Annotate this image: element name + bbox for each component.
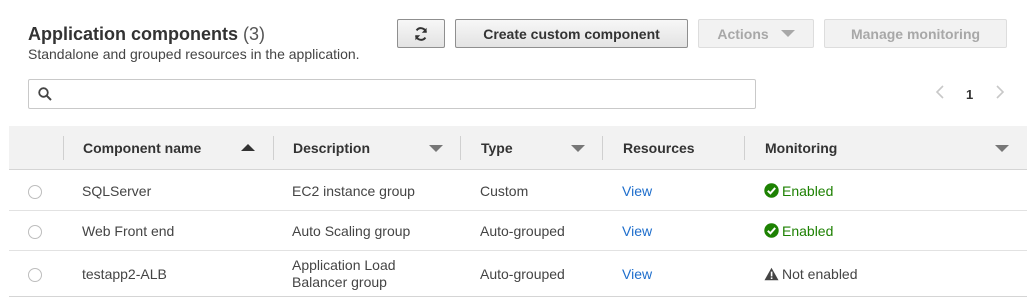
column-label: Description	[293, 140, 371, 156]
column-header-component-name[interactable]: Component name	[83, 126, 263, 170]
column-separator	[602, 136, 603, 160]
column-header-resources: Resources	[623, 126, 743, 170]
check-circle-icon	[764, 183, 779, 198]
warning-icon	[764, 267, 779, 281]
page-title: Application components (3)	[28, 24, 265, 45]
create-custom-component-button[interactable]: Create custom component	[455, 19, 688, 48]
description-line: Application Load	[292, 256, 396, 273]
column-header-type[interactable]: Type	[481, 126, 581, 170]
search-input[interactable]	[28, 79, 756, 109]
previous-page-button[interactable]	[935, 85, 945, 102]
view-resources-link[interactable]: View	[622, 251, 652, 296]
component-description: Application Load Balancer group	[292, 251, 396, 296]
column-separator	[460, 136, 461, 160]
page-number[interactable]: 1	[966, 87, 973, 102]
row-select-radio[interactable]	[28, 267, 42, 282]
refresh-button[interactable]	[397, 19, 445, 48]
table-row[interactable]: testapp2-ALB Application Load Balancer g…	[9, 251, 1027, 296]
monitoring-status-label: Enabled	[782, 222, 834, 239]
search-icon	[38, 87, 52, 101]
refresh-icon	[415, 26, 427, 41]
monitoring-status: Enabled	[764, 171, 833, 210]
application-components-panel: Application components (3) Standalone an…	[9, 0, 1027, 297]
component-name: Web Front end	[82, 222, 175, 239]
component-name: testapp2-ALB	[82, 265, 167, 282]
chevron-down-icon[interactable]	[429, 145, 443, 152]
title-text: Application components	[28, 24, 239, 44]
component-type: Auto-grouped	[480, 222, 565, 239]
description-line: Balancer group	[292, 273, 387, 290]
monitoring-status-label: Not enabled	[782, 265, 858, 282]
table-header: Component name Description Type Resource…	[9, 126, 1027, 170]
chevron-down-icon	[780, 30, 795, 37]
column-label: Monitoring	[765, 140, 838, 156]
component-name: SQLServer	[82, 182, 152, 199]
component-description: EC2 instance group	[292, 182, 415, 199]
row-select-radio[interactable]	[28, 224, 42, 239]
view-resources-link[interactable]: View	[622, 211, 652, 250]
table-row[interactable]: SQLServer EC2 instance group Custom View…	[9, 171, 1027, 211]
view-resources-link[interactable]: View	[622, 171, 652, 210]
column-separator	[744, 136, 745, 160]
page-subtitle: Standalone and grouped resources in the …	[28, 46, 360, 62]
check-circle-icon	[764, 223, 779, 238]
monitoring-status: Enabled	[764, 211, 833, 250]
column-label: Component name	[83, 140, 202, 156]
actions-label: Actions	[717, 25, 769, 42]
next-page-button[interactable]	[995, 85, 1005, 102]
chevron-left-icon	[935, 85, 944, 99]
table-row[interactable]: Web Front end Auto Scaling group Auto-gr…	[9, 211, 1027, 251]
row-select-radio[interactable]	[28, 184, 42, 199]
monitoring-status-label: Enabled	[782, 182, 834, 199]
column-label: Resources	[623, 140, 695, 156]
component-type: Auto-grouped	[480, 265, 565, 282]
sort-ascending-icon[interactable]	[241, 144, 255, 151]
chevron-right-icon	[996, 85, 1005, 99]
actions-dropdown-button[interactable]: Actions	[698, 19, 814, 48]
column-separator	[63, 136, 64, 160]
column-label: Type	[481, 140, 513, 156]
chevron-down-icon[interactable]	[995, 145, 1009, 152]
chevron-down-icon[interactable]	[571, 145, 585, 152]
component-type: Custom	[480, 182, 529, 199]
manage-monitoring-button[interactable]: Manage monitoring	[824, 19, 1007, 48]
column-separator	[273, 136, 274, 160]
column-header-description[interactable]: Description	[293, 126, 443, 170]
component-description: Auto Scaling group	[292, 222, 411, 239]
column-header-monitoring[interactable]: Monitoring	[765, 126, 965, 170]
monitoring-status: Not enabled	[764, 251, 858, 296]
component-count: (3)	[243, 24, 266, 44]
